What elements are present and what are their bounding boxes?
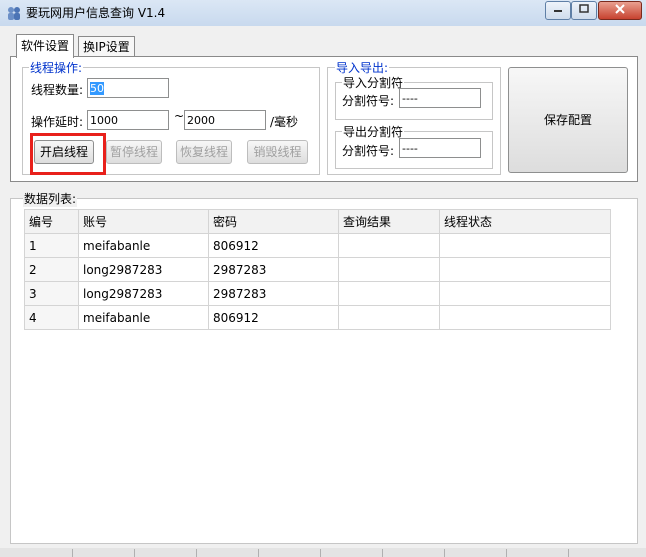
cell-query-result <box>338 305 440 330</box>
tab-software-settings[interactable]: 软件设置 <box>16 34 75 58</box>
save-config-button[interactable]: 保存配置 <box>508 67 628 173</box>
import-separator-input[interactable]: ---- <box>399 88 481 108</box>
maximize-button[interactable] <box>571 1 597 20</box>
cell-account: long2987283 <box>78 257 209 282</box>
minimize-icon <box>554 10 562 12</box>
import-separator-label: 分割符号: <box>342 94 395 108</box>
column-header-thread-status[interactable]: 线程状态 <box>439 209 611 234</box>
close-button[interactable] <box>598 1 642 20</box>
cell-thread-status <box>439 257 611 282</box>
export-separator-legend: 导出分割符 <box>342 123 405 140</box>
import-separator-legend: 导入分割符 <box>342 74 405 91</box>
thread-count-value: 50 <box>90 82 104 95</box>
data-table[interactable]: 编号 账号 密码 查询结果 线程状态 1 meifabanle 806912 2… <box>24 209 611 330</box>
column-header-account[interactable]: 账号 <box>78 209 209 234</box>
table-row[interactable]: 2 long2987283 2987283 <box>24 257 611 282</box>
status-bar-divider <box>72 549 73 557</box>
status-bar-divider <box>568 549 569 557</box>
tab-ip-settings[interactable]: 换IP设置 <box>78 36 135 57</box>
cell-id: 1 <box>24 233 79 258</box>
pause-thread-button[interactable]: 暂停线程 <box>106 140 162 164</box>
resume-thread-button[interactable]: 恢复线程 <box>176 140 232 164</box>
cell-password: 2987283 <box>208 281 339 306</box>
thread-count-label: 线程数量: <box>31 83 84 97</box>
table-header-row: 编号 账号 密码 查询结果 线程状态 <box>24 209 611 234</box>
cell-password: 2987283 <box>208 257 339 282</box>
status-bar-divider <box>196 549 197 557</box>
column-header-id[interactable]: 编号 <box>24 209 79 234</box>
cell-account: meifabanle <box>78 233 209 258</box>
column-header-query-result[interactable]: 查询结果 <box>338 209 440 234</box>
cell-thread-status <box>439 233 611 258</box>
status-bar-divider <box>382 549 383 557</box>
delay-min-input[interactable]: 1000 <box>87 110 169 130</box>
status-bar-divider <box>320 549 321 557</box>
data-list-legend: 数据列表: <box>23 190 78 207</box>
thread-group-legend: 线程操作: <box>29 59 84 76</box>
export-separator-label: 分割符号: <box>342 144 395 158</box>
table-row[interactable]: 1 meifabanle 806912 <box>24 233 611 258</box>
minimize-button[interactable] <box>545 1 571 20</box>
cell-query-result <box>338 257 440 282</box>
table-row[interactable]: 4 meifabanle 806912 <box>24 305 611 330</box>
cell-id: 2 <box>24 257 79 282</box>
column-header-password[interactable]: 密码 <box>208 209 339 234</box>
window-title: 要玩网用户信息查询 V1.4 <box>26 6 166 20</box>
cell-account: long2987283 <box>78 281 209 306</box>
delay-max-input[interactable]: 2000 <box>184 110 266 130</box>
cell-account: meifabanle <box>78 305 209 330</box>
destroy-thread-button[interactable]: 销毁线程 <box>247 140 308 164</box>
delay-unit-label: /毫秒 <box>270 115 299 129</box>
status-bar-divider <box>506 549 507 557</box>
cell-password: 806912 <box>208 305 339 330</box>
cell-id: 4 <box>24 305 79 330</box>
delay-label: 操作延时: <box>31 115 84 129</box>
cell-query-result <box>338 233 440 258</box>
app-icon <box>6 5 22 21</box>
status-bar-divider <box>258 549 259 557</box>
cell-thread-status <box>439 305 611 330</box>
cell-query-result <box>338 281 440 306</box>
maximize-icon <box>579 4 589 13</box>
table-row[interactable]: 3 long2987283 2987283 <box>24 281 611 306</box>
cell-thread-status <box>439 281 611 306</box>
status-bar-divider <box>134 549 135 557</box>
delay-range-tilde: ~ <box>174 109 185 123</box>
thread-count-input[interactable]: 50 <box>87 78 169 98</box>
export-separator-input[interactable]: ---- <box>399 138 481 158</box>
cell-password: 806912 <box>208 233 339 258</box>
cell-id: 3 <box>24 281 79 306</box>
close-icon <box>615 4 625 14</box>
start-button-highlight <box>30 133 106 175</box>
status-bar-divider <box>444 549 445 557</box>
status-bar <box>0 548 646 557</box>
